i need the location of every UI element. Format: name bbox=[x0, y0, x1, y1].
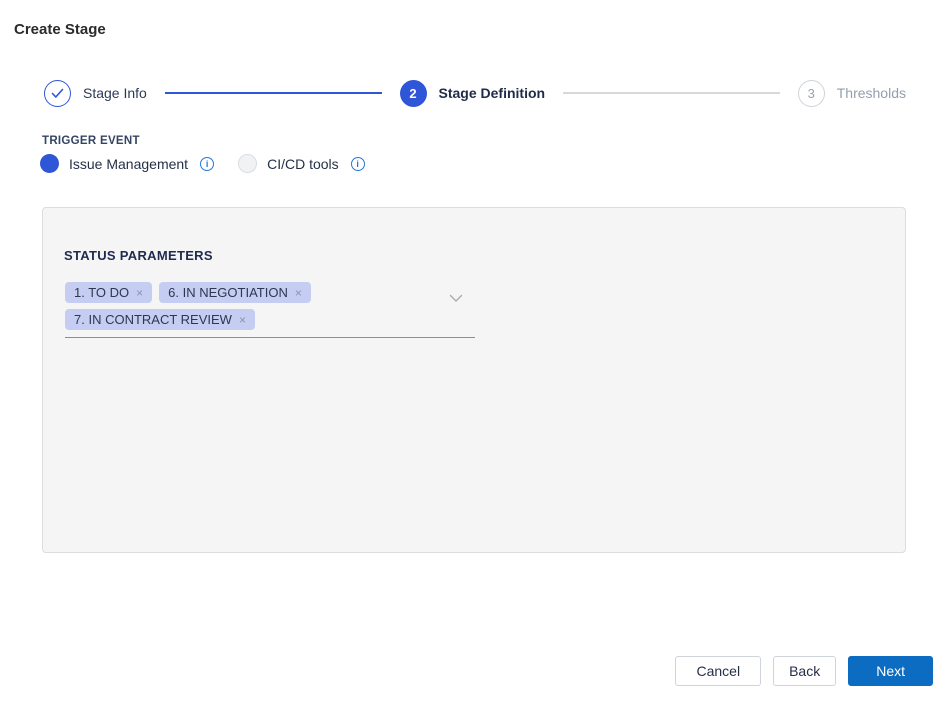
cancel-button[interactable]: Cancel bbox=[675, 656, 761, 686]
status-chip: 7. IN CONTRACT REVIEW × bbox=[65, 309, 255, 330]
back-button[interactable]: Back bbox=[773, 656, 836, 686]
wizard-footer: Cancel Back Next bbox=[675, 656, 933, 686]
chip-remove-icon[interactable]: × bbox=[239, 314, 246, 326]
step-label: Stage Definition bbox=[439, 85, 546, 101]
info-icon[interactable]: i bbox=[200, 157, 214, 171]
step-completed-circle[interactable] bbox=[44, 80, 71, 107]
status-chip: 1. TO DO × bbox=[65, 282, 152, 303]
step-active-circle[interactable]: 2 bbox=[400, 80, 427, 107]
radio-unselected-icon[interactable] bbox=[238, 154, 257, 173]
chip-remove-icon[interactable]: × bbox=[136, 287, 143, 299]
status-parameters-panel: STATUS PARAMETERS 1. TO DO × 6. IN NEGOT… bbox=[42, 207, 906, 553]
trigger-event-options: Issue Management i CI/CD tools i bbox=[40, 154, 365, 173]
step-stage-definition[interactable]: 2 Stage Definition bbox=[400, 80, 546, 107]
page-title: Create Stage bbox=[14, 21, 106, 38]
radio-cicd-tools[interactable]: CI/CD tools i bbox=[238, 154, 365, 173]
radio-label: Issue Management bbox=[69, 156, 188, 172]
chip-label: 1. TO DO bbox=[74, 285, 129, 300]
chip-label: 7. IN CONTRACT REVIEW bbox=[74, 312, 232, 327]
chevron-down-icon[interactable] bbox=[449, 290, 463, 308]
chip-label: 6. IN NEGOTIATION bbox=[168, 285, 288, 300]
chip-remove-icon[interactable]: × bbox=[295, 287, 302, 299]
check-icon bbox=[51, 88, 64, 99]
status-parameters-label: STATUS PARAMETERS bbox=[64, 248, 213, 263]
status-select[interactable]: 1. TO DO × 6. IN NEGOTIATION × 7. IN CON… bbox=[65, 282, 475, 338]
step-upcoming-circle: 3 bbox=[798, 80, 825, 107]
next-button[interactable]: Next bbox=[848, 656, 933, 686]
step-thresholds: 3 Thresholds bbox=[798, 80, 906, 107]
wizard-stepper: Stage Info 2 Stage Definition 3 Threshol… bbox=[44, 79, 906, 107]
radio-label: CI/CD tools bbox=[267, 156, 339, 172]
step-connector bbox=[165, 92, 382, 94]
step-label: Stage Info bbox=[83, 85, 147, 101]
step-label: Thresholds bbox=[837, 85, 906, 101]
trigger-event-label: TRIGGER EVENT bbox=[42, 135, 140, 147]
step-connector bbox=[563, 92, 780, 94]
radio-issue-management[interactable]: Issue Management i bbox=[40, 154, 214, 173]
radio-selected-icon[interactable] bbox=[40, 154, 59, 173]
step-stage-info[interactable]: Stage Info bbox=[44, 80, 147, 107]
info-icon[interactable]: i bbox=[351, 157, 365, 171]
status-chip: 6. IN NEGOTIATION × bbox=[159, 282, 311, 303]
selected-status-chips: 1. TO DO × 6. IN NEGOTIATION × 7. IN CON… bbox=[65, 282, 425, 330]
